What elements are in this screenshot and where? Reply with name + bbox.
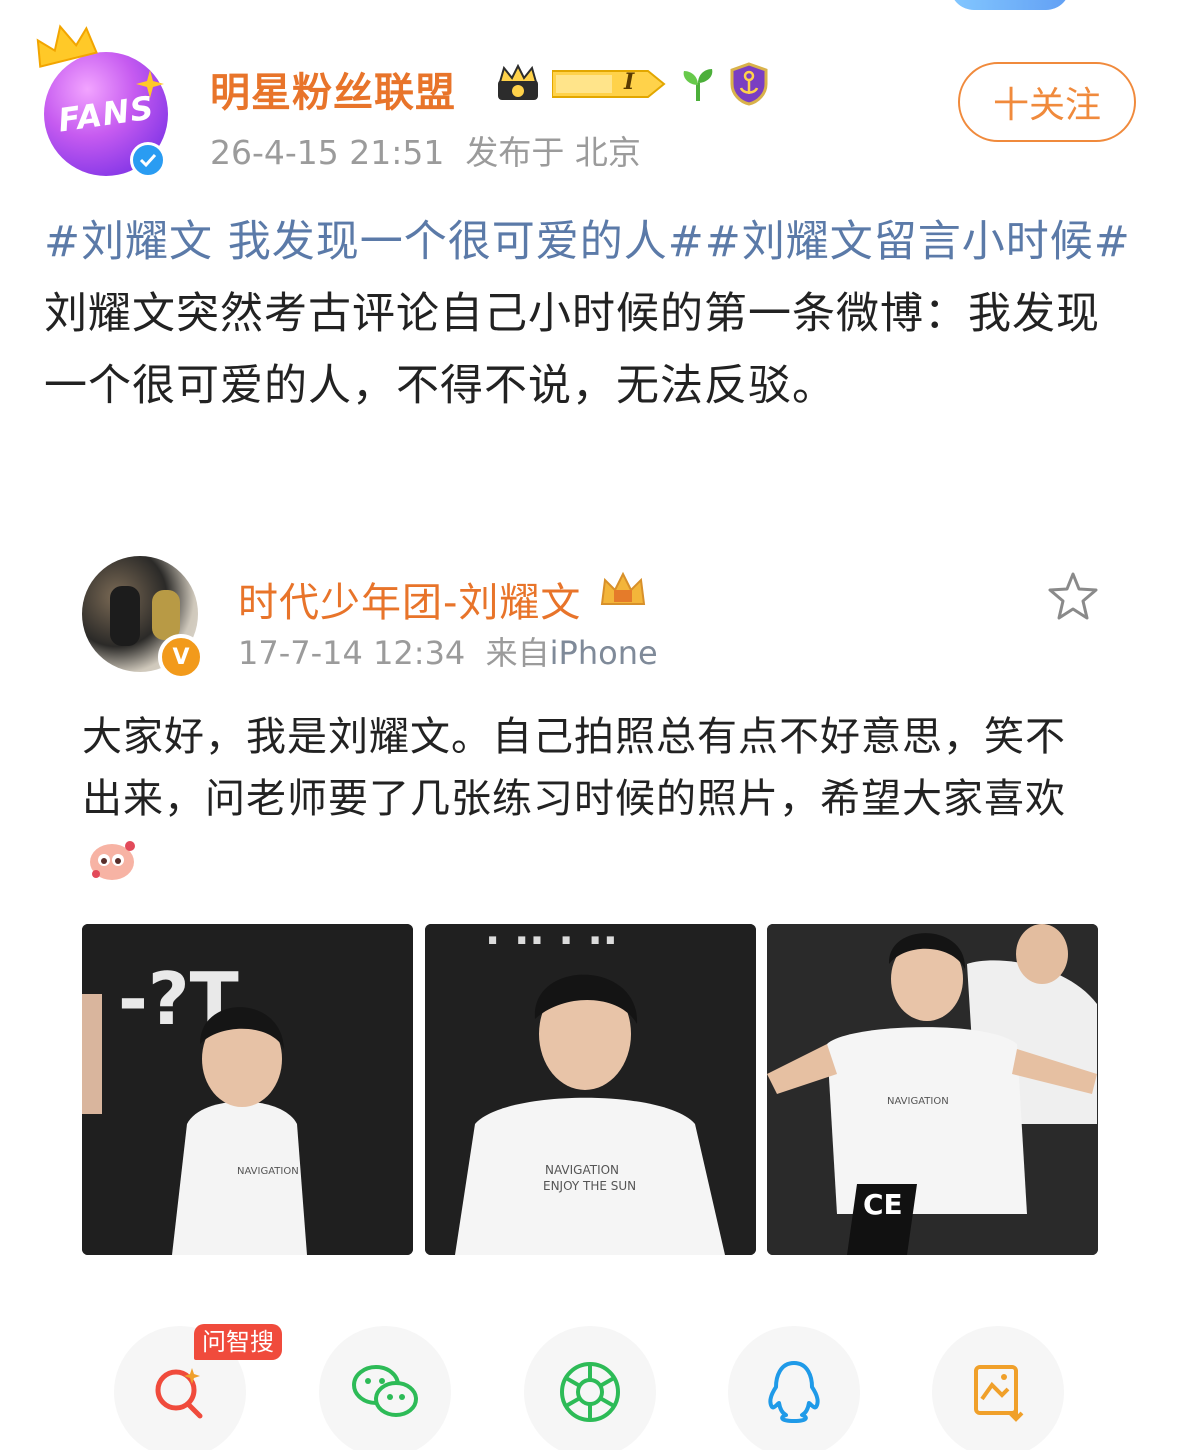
top-decoration — [950, 0, 1070, 10]
level-badge[interactable]: I — [552, 65, 668, 103]
verified-badge-icon — [130, 142, 166, 178]
hashtag-link[interactable]: #刘耀文 我发现一个很可爱的人# — [44, 217, 705, 267]
svg-text:. .. . ..: . .. . .. — [485, 924, 618, 954]
level-text: I — [624, 69, 635, 95]
retweet-source: iPhone — [549, 634, 658, 672]
author-badges: I — [494, 62, 770, 106]
search-ai-icon — [155, 1368, 203, 1419]
share-wechat-button[interactable] — [319, 1326, 451, 1450]
search-tag-badge: 问智搜 — [194, 1324, 282, 1360]
member-crown-icon[interactable] — [494, 64, 542, 104]
moments-icon — [560, 1362, 620, 1422]
shy-emoji-icon — [90, 841, 135, 880]
post-photo-3[interactable]: NAVIGATION CE — [767, 924, 1098, 1255]
share-moments-button[interactable] — [524, 1326, 656, 1450]
retweet-source-prefix: 来自 — [485, 634, 550, 672]
star-icon[interactable] — [1046, 570, 1100, 624]
crown-icon — [36, 24, 98, 68]
post-photo-2[interactable]: . .. . .. NAVIGATION ENJOY THE SUN — [425, 924, 756, 1255]
shirt-text: ENJOY THE SUN — [543, 1179, 636, 1193]
shirt-text: NAVIGATION — [887, 1096, 949, 1107]
author-name[interactable]: 明星粉丝联盟 — [210, 60, 456, 118]
wechat-icon — [352, 1365, 418, 1417]
retweet-author-name[interactable]: 时代少年团-刘耀文 — [238, 570, 581, 628]
shirt-text: NAVIGATION — [237, 1166, 299, 1177]
post-body: #刘耀文 我发现一个很可爱的人##刘耀文留言小时候# 刘耀文突然考古评论自己小时… — [44, 206, 1134, 422]
save-image-icon — [974, 1365, 1024, 1422]
save-image-button[interactable] — [932, 1326, 1064, 1450]
post-time: 26-4-15 21:51 — [210, 133, 445, 172]
svg-text:CE: CE — [863, 1188, 903, 1221]
verified-v-icon: V — [158, 634, 204, 680]
post-body-text: 刘耀文突然考古评论自己小时候的第一条微博：我发现一个很可爱的人，不得不说，无法反… — [44, 289, 1100, 411]
retweet-body-text: 大家好，我是刘耀文。自己拍照总有点不好意思，笑不出来，问老师要了几张练习时候的照… — [82, 714, 1066, 822]
qq-icon — [768, 1361, 820, 1423]
shield-anchor-icon[interactable] — [728, 62, 770, 106]
share-qq-button[interactable] — [728, 1326, 860, 1450]
post-photo-1[interactable]: -?T NAVIGATION — [82, 924, 413, 1255]
sprout-icon[interactable] — [678, 65, 718, 103]
retweet-body: 大家好，我是刘耀文。自己拍照总有点不好意思，笑不出来，问老师要了几张练习时候的照… — [82, 706, 1082, 892]
hashtag-link[interactable]: #刘耀文留言小时候# — [705, 217, 1131, 267]
follow-button[interactable]: 十关注 — [958, 62, 1136, 142]
post-meta: 26-4-15 21:51 发布于 北京 — [210, 126, 641, 174]
member-crown-icon[interactable] — [598, 570, 648, 610]
shirt-text: NAVIGATION — [545, 1163, 619, 1177]
retweet-time: 17-7-14 12:34 — [238, 634, 466, 672]
post-location: 发布于 北京 — [465, 133, 641, 172]
sparkle-icon — [136, 70, 164, 98]
retweet-meta: 17-7-14 12:34 来自iPhone — [238, 628, 658, 674]
